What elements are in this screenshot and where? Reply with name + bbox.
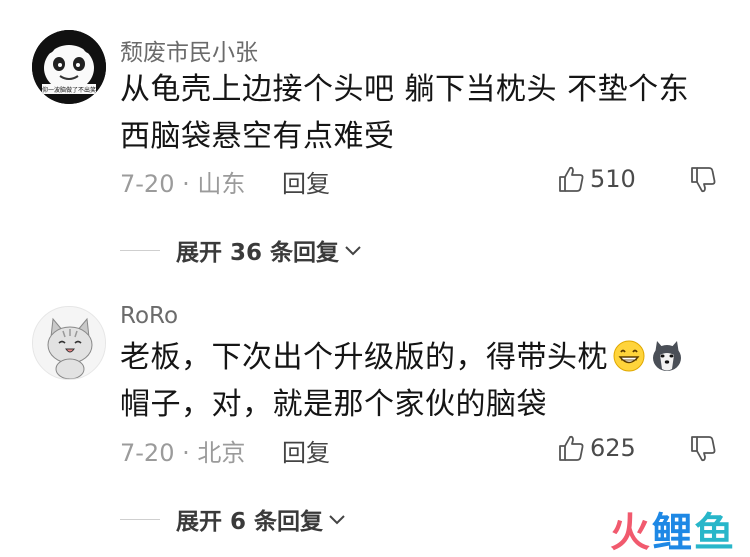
grinning-face-emoji-icon bbox=[613, 340, 645, 372]
chevron-down-icon bbox=[345, 246, 361, 256]
avatar[interactable] bbox=[32, 306, 106, 380]
dislike-button[interactable] bbox=[688, 165, 718, 195]
chevron-down-icon bbox=[329, 515, 345, 525]
expand-replies-label: 展开 36 条回复 bbox=[176, 240, 340, 266]
husky-dog-emoji-icon bbox=[653, 341, 681, 371]
like-button[interactable]: 625 bbox=[556, 431, 636, 465]
reply-button[interactable]: 回复 bbox=[282, 164, 330, 199]
watermark-char: 火 bbox=[610, 510, 652, 556]
like-button[interactable]: 510 bbox=[556, 162, 636, 196]
divider-dash bbox=[120, 518, 160, 520]
comment-username[interactable]: RoRo bbox=[120, 303, 178, 329]
comment-date-location: 7-20 · 北京 bbox=[120, 439, 246, 467]
expand-replies-button[interactable]: 展开 36 条回复 bbox=[120, 233, 363, 267]
watermark-char: 鱼 bbox=[694, 510, 736, 556]
expand-replies-button[interactable]: 展开 6 条回复 bbox=[120, 502, 347, 536]
comment-text-line: 老板，下次出个升级版的，得带头枕 bbox=[120, 334, 710, 381]
divider-dash bbox=[120, 249, 160, 251]
watermark-char: 鲤 bbox=[652, 510, 694, 556]
thumbs-down-icon bbox=[691, 167, 716, 193]
reply-button[interactable]: 回复 bbox=[282, 433, 330, 468]
panda-meme-avatar-image: 仰一波脑做了不出笑 bbox=[32, 30, 106, 104]
watermark-logo: 火 鲤 鱼 bbox=[610, 505, 736, 556]
comment-item: 仰一波脑做了不出笑 颓废市民小张 从龟壳上边接个头吧 躺下当枕头 不垫个东 西脑… bbox=[0, 0, 750, 290]
comment-text-segment: 老板，下次出个升级版的，得带头枕 bbox=[120, 340, 608, 375]
comment-date-location: 7-20 · 山东 bbox=[120, 170, 246, 198]
comment-text-line: 从龟壳上边接个头吧 躺下当枕头 不垫个东 bbox=[120, 72, 690, 107]
thumbs-up-icon bbox=[559, 435, 584, 461]
cat-avatar-image bbox=[33, 307, 105, 379]
like-count: 625 bbox=[590, 434, 636, 462]
comment-text: 从龟壳上边接个头吧 躺下当枕头 不垫个东 西脑袋悬空有点难受 bbox=[120, 66, 710, 160]
avatar-caption: 仰一波脑做了不出笑 bbox=[42, 86, 96, 94]
comment-username[interactable]: 颓废市民小张 bbox=[120, 33, 258, 67]
dislike-button[interactable] bbox=[688, 434, 718, 464]
thumbs-down-icon bbox=[691, 436, 716, 462]
comment-text-line: 西脑袋悬空有点难受 bbox=[120, 119, 395, 154]
like-count: 510 bbox=[590, 165, 636, 193]
thumbs-up-icon bbox=[559, 166, 584, 192]
comment-text-line: 帽子，对，就是那个家伙的脑袋 bbox=[120, 387, 547, 422]
avatar[interactable]: 仰一波脑做了不出笑 bbox=[32, 30, 106, 104]
expand-replies-label: 展开 6 条回复 bbox=[176, 509, 324, 535]
comment-text: 老板，下次出个升级版的，得带头枕 帽子，对，就是那个家伙的脑袋 bbox=[120, 334, 710, 428]
